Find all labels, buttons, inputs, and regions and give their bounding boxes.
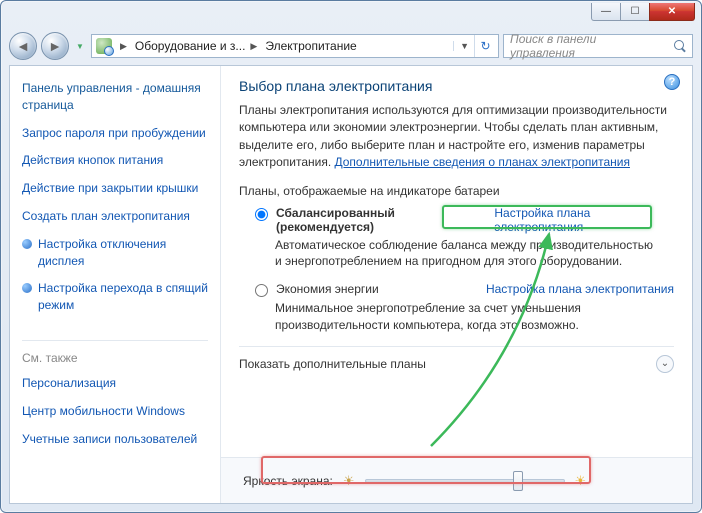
plan-description: Минимальное энергопотребление за счет ум…	[275, 300, 655, 334]
plans-section-label: Планы, отображаемые на индикаторе батаре…	[239, 184, 674, 198]
sidebar-link-sleep[interactable]: Настройка перехода в спящий режим	[22, 280, 208, 314]
plan-radio-saver[interactable]	[255, 284, 268, 297]
main-panel: ? Выбор плана электропитания Планы элект…	[220, 66, 692, 503]
search-placeholder: Поиск в панели управления	[510, 32, 662, 60]
sidebar-link-lid-close[interactable]: Действие при закрытии крышки	[22, 180, 208, 197]
breadcrumb-segment[interactable]: Оборудование и з...▶	[132, 39, 260, 53]
bullet-icon	[22, 283, 32, 293]
window-frame: — ☐ ✕ ◄ ► ▼ ▶ Оборудование и з...▶ Элект…	[0, 0, 702, 513]
close-button[interactable]: ✕	[649, 3, 695, 21]
search-icon	[674, 40, 686, 52]
sidebar-link-password[interactable]: Запрос пароля при пробуждении	[22, 125, 208, 142]
plan-name: Экономия энергии	[276, 282, 379, 296]
address-bar[interactable]: ▶ Оборудование и з...▶ Электропитание ▼ …	[91, 34, 499, 58]
breadcrumb-segment[interactable]: ▶	[114, 41, 130, 52]
brightness-high-icon: ☀	[575, 473, 587, 489]
brightness-bar: Яркость экрана: ☀ ☀	[221, 457, 692, 503]
navigation-bar: ◄ ► ▼ ▶ Оборудование и з...▶ Электропита…	[9, 29, 693, 63]
back-button[interactable]: ◄	[9, 32, 37, 60]
plan-settings-link-balanced[interactable]: Настройка плана электропитания	[494, 206, 674, 234]
see-also-label: См. также	[22, 340, 208, 365]
sidebar-link-power-buttons[interactable]: Действия кнопок питания	[22, 152, 208, 169]
search-box[interactable]: Поиск в панели управления	[503, 34, 693, 58]
see-also-user-accounts[interactable]: Учетные записи пользователей	[22, 431, 208, 448]
content-area: Панель управления - домашняя страница За…	[9, 65, 693, 504]
see-also-mobility-center[interactable]: Центр мобильности Windows	[22, 403, 208, 420]
sidebar: Панель управления - домашняя страница За…	[10, 66, 220, 503]
refresh-button[interactable]: ↻	[474, 35, 496, 57]
control-panel-icon	[96, 38, 112, 54]
sidebar-link-display-off[interactable]: Настройка отключения дисплея	[22, 236, 208, 270]
chevron-down-icon: ⌄	[656, 355, 674, 373]
plan-name: Сбалансированный (рекомендуется)	[276, 206, 486, 234]
breadcrumb-segment[interactable]: Электропитание	[262, 39, 359, 53]
more-info-link[interactable]: Дополнительные сведения о планах электро…	[335, 155, 630, 169]
plan-description: Автоматическое соблюдение баланса между …	[275, 237, 655, 271]
plan-radio-balanced[interactable]	[255, 208, 268, 221]
see-also-personalization[interactable]: Персонализация	[22, 375, 208, 392]
brightness-label: Яркость экрана:	[243, 474, 333, 488]
sidebar-link-create-plan[interactable]: Создать план электропитания	[22, 208, 208, 225]
maximize-button[interactable]: ☐	[620, 3, 650, 21]
help-icon[interactable]: ?	[664, 74, 680, 90]
bullet-icon	[22, 239, 32, 249]
page-title: Выбор плана электропитания	[239, 78, 674, 94]
minimize-button[interactable]: —	[591, 3, 621, 21]
control-panel-home-link[interactable]: Панель управления - домашняя страница	[22, 80, 208, 114]
nav-history-dropdown[interactable]: ▼	[73, 35, 87, 57]
titlebar: — ☐ ✕	[1, 1, 701, 29]
forward-button[interactable]: ►	[41, 32, 69, 60]
power-plan-balanced: Сбалансированный (рекомендуется) Настрой…	[255, 206, 674, 271]
show-additional-plans[interactable]: Показать дополнительные планы ⌄	[239, 346, 674, 379]
brightness-slider[interactable]	[365, 472, 565, 490]
page-description: Планы электропитания используются для оп…	[239, 102, 674, 172]
breadcrumb-overflow[interactable]: ▼	[453, 41, 472, 51]
slider-thumb[interactable]	[513, 471, 523, 491]
plan-settings-link-saver[interactable]: Настройка плана электропитания	[486, 282, 674, 296]
brightness-low-icon: ☀	[343, 473, 355, 489]
power-plan-saver: Экономия энергии Настройка плана электро…	[255, 282, 674, 334]
